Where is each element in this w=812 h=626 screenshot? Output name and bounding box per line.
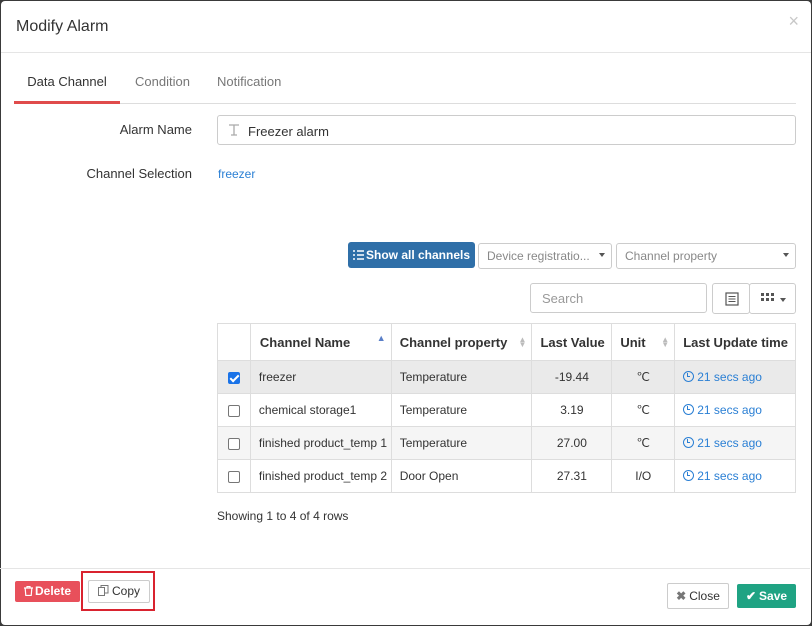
column-header-channel-name[interactable]: Channel Name ▲ (249, 323, 392, 361)
caret-down-icon (599, 253, 605, 257)
alarm-name-field[interactable] (217, 115, 796, 145)
last-update-text: 21 secs ago (697, 469, 762, 483)
caret-down-icon (783, 253, 789, 257)
last-value-cell: -19.44 (531, 360, 613, 394)
channel-property-cell: Temperature (390, 393, 533, 427)
channel-property-cell: Temperature (390, 360, 533, 394)
trash-icon (23, 585, 33, 597)
column-header-unit[interactable]: Unit ▲ ▼ (611, 323, 676, 361)
last-update-text: 21 secs ago (697, 370, 762, 384)
select-column-header (217, 323, 251, 361)
channel-property-select[interactable]: Channel property (616, 243, 796, 269)
text-icon (227, 123, 241, 137)
last-update-cell: 21 secs ago (674, 360, 796, 394)
save-button[interactable]: ✔ Save (737, 584, 796, 608)
device-select[interactable]: Device registratio... (478, 243, 612, 269)
clock-icon (683, 470, 695, 481)
channel-selection-label: Channel Selection (86, 166, 192, 181)
channel-property-select-value: Channel property (625, 249, 718, 263)
channel-name-cell: freezer (249, 360, 392, 394)
show-all-label: Show all channels (365, 248, 471, 262)
pagination-info: Showing 1 to 4 of 4 rows (217, 509, 349, 523)
channel-name-cell: chemical storage1 (249, 393, 392, 427)
copy-icon (97, 585, 109, 596)
copy-label: Copy (111, 584, 140, 598)
check-icon: ✔ (745, 589, 757, 603)
sort-ascending-icon: ▲ (376, 333, 386, 343)
copy-button[interactable]: Copy (88, 580, 150, 603)
row-checkbox-cell (217, 393, 251, 427)
modal-title: Modify Alarm (16, 18, 109, 35)
save-label: Save (759, 589, 788, 603)
channel-name-cell: finished product_temp 1 (249, 426, 392, 460)
last-value-cell: 27.00 (531, 426, 613, 460)
unit-cell: ℃ (611, 393, 676, 427)
last-update-cell: 21 secs ago (674, 426, 796, 460)
list-view-icon (725, 292, 739, 306)
column-header-last-value[interactable]: Last Value (531, 323, 613, 361)
last-update-text: 21 secs ago (697, 403, 762, 417)
delete-label: Delete (34, 584, 72, 598)
tab-condition[interactable]: Condition (135, 52, 190, 104)
clock-icon (683, 371, 695, 382)
tab-notification[interactable]: Notification (217, 52, 281, 104)
last-value-cell: 27.31 (531, 459, 613, 493)
times-icon: ✖ (676, 589, 687, 603)
list-icon (352, 250, 364, 260)
device-select-value: Device registratio... (487, 249, 590, 263)
channel-table: Channel Name ▲ Channel property ▲ ▼ Last … (217, 323, 796, 493)
row-checkbox-cell (217, 426, 251, 460)
clock-icon (683, 404, 695, 415)
unit-cell: I/O (611, 459, 676, 493)
unit-cell: ℃ (611, 426, 676, 460)
sort-icon: ▲ ▼ (518, 335, 527, 349)
last-update-text: 21 secs ago (697, 436, 762, 450)
alarm-name-label: Alarm Name (119, 122, 192, 137)
row-checkbox[interactable] (227, 437, 240, 450)
table-row[interactable]: chemical storage1 Temperature 3.19 ℃ 21 … (217, 393, 796, 427)
alarm-name-input[interactable] (248, 121, 768, 141)
last-update-cell: 21 secs ago (674, 393, 796, 427)
row-checkbox[interactable] (227, 404, 240, 417)
channel-property-cell: Temperature (390, 426, 533, 460)
detail-view-button[interactable] (712, 283, 750, 314)
search-box[interactable] (530, 283, 707, 313)
selected-channel-link[interactable]: freezer (218, 167, 255, 181)
channel-name-cell: finished product_temp 2 (249, 459, 392, 493)
last-value-cell: 3.19 (531, 393, 613, 427)
row-checkbox-cell (217, 360, 251, 394)
table-row[interactable]: freezer Temperature -19.44 ℃ 21 secs ago (217, 360, 796, 394)
row-checkbox[interactable] (227, 470, 240, 483)
sort-icon: ▲ ▼ (661, 335, 670, 349)
tab-bar: Data Channel Condition Notification (14, 52, 796, 104)
last-update-cell: 21 secs ago (674, 459, 796, 493)
table-header-row: Channel Name ▲ Channel property ▲ ▼ Last … (217, 323, 796, 361)
show-all-channels-button[interactable]: Show all channels (348, 242, 475, 268)
modal-header: Modify Alarm × (1, 1, 811, 53)
close-label: Close (689, 589, 720, 603)
channel-property-cell: Door Open (390, 459, 533, 493)
delete-button[interactable]: Delete (15, 581, 80, 602)
table-row[interactable]: finished product_temp 1 Temperature 27.0… (217, 426, 796, 460)
unit-cell: ℃ (611, 360, 676, 394)
table-row[interactable]: finished product_temp 2 Door Open 27.31 … (217, 459, 796, 493)
caret-down-icon (780, 298, 786, 302)
row-checkbox[interactable] (227, 371, 240, 384)
column-header-channel-property[interactable]: Channel property ▲ ▼ (390, 323, 533, 361)
close-button[interactable]: ✖ Close (667, 583, 729, 609)
close-icon[interactable]: × (788, 11, 799, 32)
grid-icon (761, 293, 774, 301)
tab-data-channel[interactable]: Data Channel (14, 52, 120, 104)
columns-toggle-button[interactable] (749, 283, 796, 314)
clock-icon (683, 437, 695, 448)
row-checkbox-cell (217, 459, 251, 493)
column-header-last-update[interactable]: Last Update time (674, 323, 796, 361)
search-input[interactable] (531, 284, 706, 312)
